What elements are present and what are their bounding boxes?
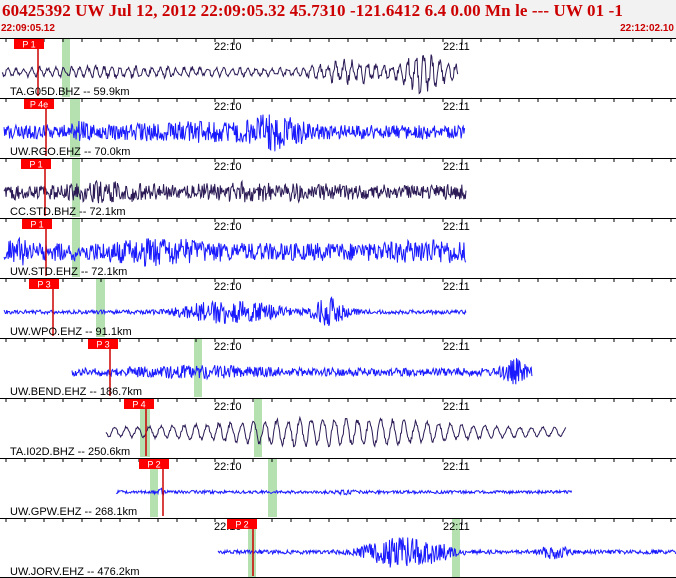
channel-label: TA.I02D.BHZ -- 250.6km	[10, 446, 130, 458]
time-tick-label: 22:11	[443, 101, 470, 113]
time-tick-label: 22:11	[443, 461, 470, 473]
trace-row: 22:10 22:11 P 1 TA.G05D.BHZ -- 59.9km	[0, 38, 676, 98]
waveform-trace	[115, 487, 573, 496]
pick-label-text: P 2	[235, 520, 248, 530]
time-tick-label: 22:10	[214, 401, 242, 413]
trace-row: 22:10 22:11 P 4e UW.RGO.EHZ -- 70.0km	[0, 98, 676, 158]
pick-label-text: P 3	[37, 280, 50, 290]
time-tick-label: 22:11	[443, 41, 470, 53]
time-tick-label: 22:11	[443, 161, 470, 173]
time-tick-label: 22:11	[443, 341, 470, 353]
channel-label: UW.JORV.EHZ -- 476.2km	[10, 566, 140, 578]
channel-label: UW.GPW.EHZ -- 268.1km	[10, 506, 137, 518]
time-tick-label: 22:10	[214, 221, 242, 233]
pick-label-text: P 2	[147, 460, 160, 470]
time-tick-label: 22:10	[214, 101, 242, 113]
pick-label-text: P 1	[30, 220, 43, 230]
channel-label: UW.RGO.EHZ -- 70.0km	[10, 146, 130, 158]
waveform-trace	[3, 296, 467, 326]
waveform-trace	[217, 537, 676, 568]
trace-row: 22:10 22:11 P 3 UW.BEND.EHZ -- 186.7km	[0, 338, 676, 398]
trace-row: 22:10 22:11 P 1 UW.STD.EHZ -- 72.1km	[0, 218, 676, 278]
event-title: 60425392 UW Jul 12, 2012 22:09:05.32 45.…	[2, 1, 623, 20]
trace-row: 22:10 22:11 P 1 CC.STD.BHZ -- 72.1km	[0, 158, 676, 218]
channel-label: CC.STD.BHZ -- 72.1km	[10, 206, 126, 218]
event-header: 60425392 UW Jul 12, 2012 22:09:05.32 45.…	[0, 0, 676, 38]
time-tick-label: 22:10	[214, 41, 242, 53]
arrival-window-band	[194, 339, 202, 397]
pick-label-text: P 1	[29, 160, 42, 170]
time-tick-label: 22:10	[214, 461, 242, 473]
seismogram-panel: 22:10 22:11P 1TA.G05D.BHZ -- 59.9km22:10 2…	[0, 38, 676, 578]
time-tick-label: 22:11	[443, 521, 470, 533]
trace-row: 22:10 22:11 P 3 UW.WPO.EHZ -- 91.1km	[0, 278, 676, 338]
time-tick-label: 22:10	[214, 281, 242, 293]
waveform-trace	[71, 358, 533, 385]
end-time-label: 22:12:02.10	[620, 23, 674, 34]
channel-label: UW.STD.EHZ -- 72.1km	[10, 266, 127, 278]
channel-label: UW.BEND.EHZ -- 186.7km	[10, 386, 142, 398]
start-time-label: 22:09:05.12	[1, 23, 55, 34]
pick-label-text: P 4	[132, 400, 145, 410]
trace-row: 22:1022:11P 2UW.JORV.EHZ -- 476.2km	[0, 518, 676, 578]
waveform-trace	[105, 415, 567, 448]
pick-label-text: P 1	[22, 40, 35, 50]
pick-label-text: P 4e	[30, 100, 48, 110]
time-tick-label: 22:11	[443, 281, 470, 293]
time-tick-label: 22:11	[443, 401, 470, 413]
pick-label-text: P 3	[96, 340, 109, 350]
arrival-window-band	[268, 459, 277, 517]
trace-row: 22:10 22:11 P 2 UW.GPW.EHZ -- 268.1km	[0, 458, 676, 518]
time-tick-label: 22:10	[214, 161, 242, 173]
channel-label: UW.WPO.EHZ -- 91.1km	[10, 326, 132, 338]
trace-row: 22:10 22:11 P 4 TA.I02D.BHZ -- 250.6km	[0, 398, 676, 458]
channel-label: TA.G05D.BHZ -- 59.9km	[10, 86, 130, 98]
time-tick-label: 22:11	[443, 221, 470, 233]
time-tick-label: 22:10	[214, 341, 242, 353]
